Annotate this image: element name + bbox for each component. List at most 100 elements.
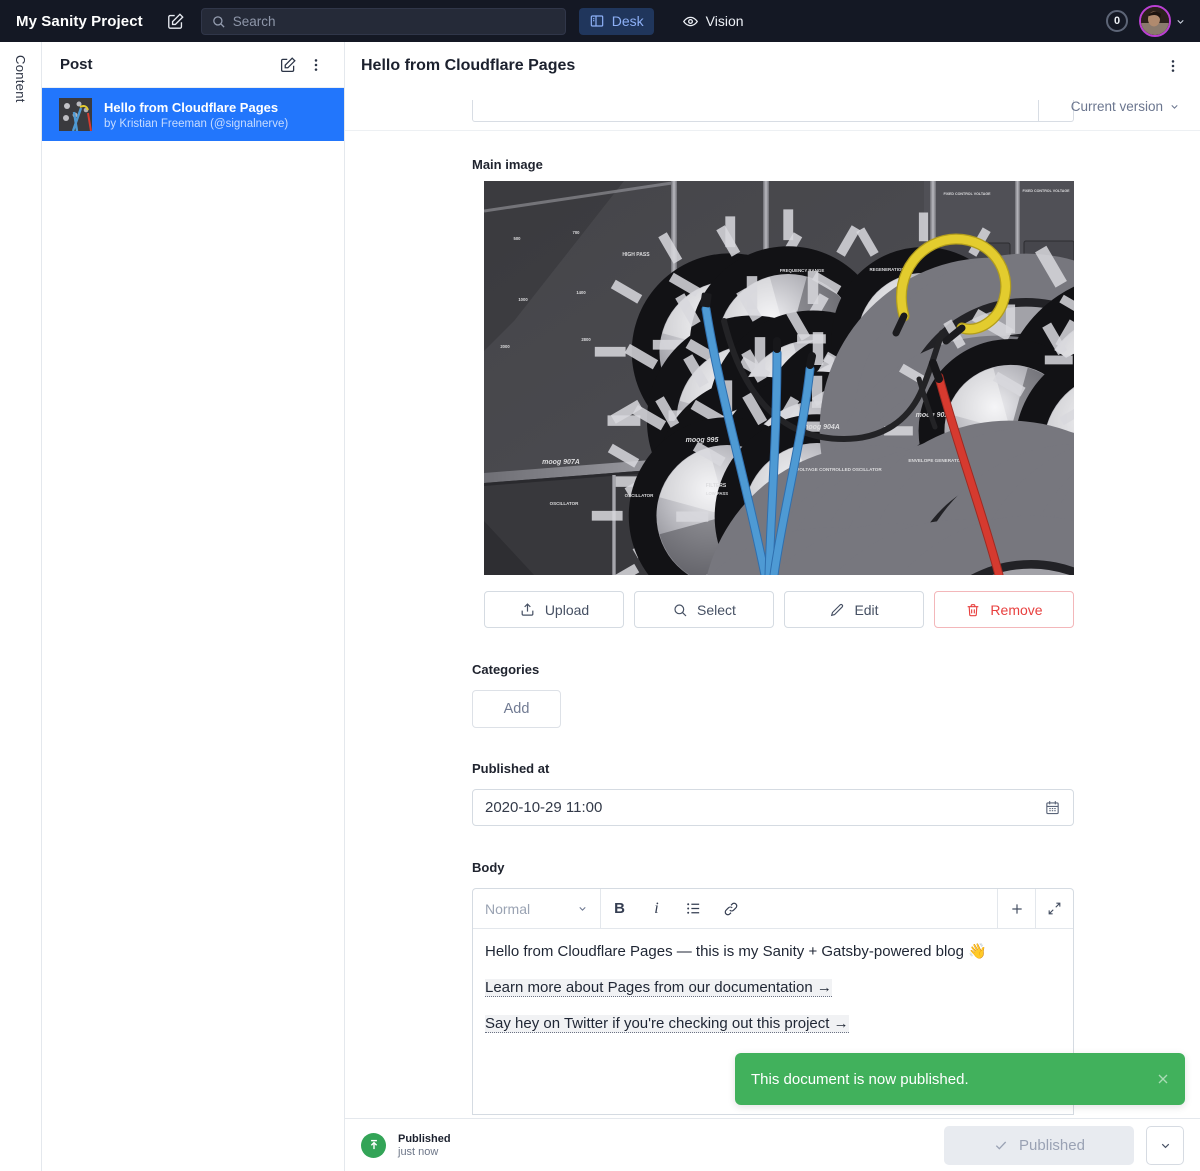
- add-category-button[interactable]: Add: [472, 690, 561, 728]
- edit-button[interactable]: Edit: [784, 591, 924, 628]
- document-form: Main image: [345, 131, 1200, 1118]
- image-actions: Upload Select Edit Remove: [484, 591, 1074, 628]
- published-status-icon: [361, 1133, 386, 1158]
- document-list-pane: Post: [42, 42, 345, 1171]
- avatar-photo: [1141, 7, 1169, 35]
- toast-close-button[interactable]: [1155, 1071, 1171, 1087]
- search-icon: [211, 14, 226, 29]
- search-icon: [672, 602, 688, 618]
- categories-label: Categories: [472, 662, 1200, 677]
- paragraph-style-select[interactable]: Normal: [473, 889, 601, 928]
- tab-desk[interactable]: Desk: [579, 8, 654, 35]
- project-title: My Sanity Project: [16, 13, 143, 30]
- body-label: Body: [472, 860, 1200, 875]
- slug-field-partial[interactable]: [472, 100, 1074, 122]
- svg-text:OSCILLATOR: OSCILLATOR: [550, 501, 580, 506]
- compose-icon: [279, 56, 297, 74]
- modular-synthesizer-photo: moog 907A moog 995 moog 904A moog 902 VO…: [484, 181, 1074, 575]
- list-item-thumbnail: [59, 98, 92, 131]
- document-title: Hello from Cloudflare Pages: [361, 57, 1158, 75]
- svg-text:FIXED CONTROL VOLTAGE: FIXED CONTROL VOLTAGE: [1022, 189, 1070, 193]
- publish-status-time: just now: [398, 1146, 451, 1158]
- document-menu-button[interactable]: [1158, 51, 1188, 81]
- insert-block-button[interactable]: [997, 889, 1035, 928]
- compose-icon: [166, 12, 185, 31]
- vision-tab-label: Vision: [706, 13, 744, 29]
- body-link[interactable]: Learn more about Pages from our document…: [485, 979, 832, 997]
- desk-columns-icon: [589, 13, 605, 29]
- list-item-text: Hello from Cloudflare Pages by Kristian …: [104, 100, 288, 130]
- list-item-hello-from-cloudflare-pages[interactable]: Hello from Cloudflare Pages by Kristian …: [42, 88, 344, 141]
- upload-button[interactable]: Upload: [484, 591, 624, 628]
- remove-button[interactable]: Remove: [934, 591, 1074, 628]
- chevron-down-icon: [577, 903, 588, 914]
- svg-text:ENVELOPE GENERATOR: ENVELOPE GENERATOR: [908, 458, 964, 463]
- main-image-label: Main image: [472, 157, 1200, 172]
- presence-count-badge[interactable]: 0: [1106, 10, 1128, 32]
- create-new-post-button[interactable]: [274, 51, 302, 79]
- svg-text:700: 700: [573, 230, 581, 235]
- published-at-field: Published at: [472, 761, 1200, 826]
- svg-text:moog 995: moog 995: [686, 437, 719, 444]
- svg-text:HIGH PASS: HIGH PASS: [622, 252, 650, 258]
- editor-content[interactable]: Hello from Cloudflare Pages — this is my…: [473, 929, 1073, 1063]
- edit-button-label: Edit: [854, 602, 878, 618]
- italic-button[interactable]: i: [638, 889, 675, 928]
- slug-field-divider: [1038, 100, 1039, 121]
- list-item-subtitle: by Kristian Freeman (@signalnerve): [104, 118, 288, 130]
- content-rail[interactable]: Content: [0, 42, 42, 1171]
- body-paragraph: Learn more about Pages from our document…: [485, 978, 1061, 998]
- body-link[interactable]: Say hey on Twitter if you're checking ou…: [485, 1015, 849, 1033]
- document-editor-pane: Hello from Cloudflare Pages Current vers…: [345, 42, 1200, 1171]
- svg-text:moog 907A: moog 907A: [542, 459, 580, 466]
- top-navbar: My Sanity Project Desk Vision 0: [0, 0, 1200, 42]
- paragraph-style-value: Normal: [485, 901, 569, 917]
- publish-menu-button[interactable]: [1146, 1126, 1184, 1165]
- pencil-icon: [829, 602, 845, 618]
- version-selector-label: Current version: [1071, 99, 1163, 114]
- publish-button[interactable]: Published: [944, 1126, 1134, 1165]
- list-pane-menu-button[interactable]: [302, 51, 330, 79]
- calendar-icon[interactable]: [1044, 799, 1061, 816]
- new-document-button[interactable]: [161, 6, 191, 36]
- svg-text:LOW PASS: LOW PASS: [706, 491, 728, 496]
- document-subheader: Current version: [345, 90, 1200, 131]
- published-at-input[interactable]: [485, 799, 1034, 816]
- published-at-input-wrap[interactable]: [472, 789, 1074, 826]
- list-pane-title: Post: [60, 56, 274, 73]
- publish-success-toast: This document is now published.: [735, 1053, 1185, 1105]
- svg-text:FIXED CONTROL VOLTAGE: FIXED CONTROL VOLTAGE: [943, 192, 991, 196]
- close-icon: [1155, 1071, 1171, 1087]
- select-button[interactable]: Select: [634, 591, 774, 628]
- main-image-preview[interactable]: moog 907A moog 995 moog 904A moog 902 VO…: [484, 181, 1074, 575]
- chevron-down-icon: [1169, 101, 1180, 112]
- check-icon: [993, 1137, 1009, 1153]
- main-area: Content Post: [0, 42, 1200, 1171]
- remove-button-label: Remove: [990, 602, 1042, 618]
- global-search[interactable]: [201, 8, 566, 35]
- publish-status-label: Published: [398, 1133, 451, 1145]
- body-paragraph: Say hey on Twitter if you're checking ou…: [485, 1014, 1061, 1034]
- list-pane-header: Post: [42, 42, 344, 88]
- version-selector[interactable]: Current version: [1071, 99, 1180, 114]
- publish-status-text: Published just now: [398, 1133, 451, 1158]
- kebab-menu-icon: [1165, 58, 1181, 74]
- content-rail-label: Content: [13, 55, 28, 1171]
- trash-icon: [965, 602, 981, 618]
- bullet-list-icon: [685, 900, 702, 917]
- tab-vision[interactable]: Vision: [672, 8, 754, 35]
- bullet-list-button[interactable]: [675, 889, 712, 928]
- user-menu-chevron[interactable]: [1175, 16, 1186, 27]
- document-footer: Published just now Published: [345, 1118, 1200, 1171]
- link-button[interactable]: [712, 889, 749, 928]
- bold-button[interactable]: B: [601, 889, 638, 928]
- expand-icon: [1047, 901, 1062, 916]
- fullscreen-button[interactable]: [1035, 889, 1073, 928]
- svg-text:moog 904A: moog 904A: [802, 424, 840, 431]
- svg-text:2000: 2000: [500, 344, 510, 349]
- publish-button-label: Published: [1019, 1137, 1085, 1154]
- desk-tab-label: Desk: [612, 13, 644, 29]
- user-avatar[interactable]: [1139, 5, 1171, 37]
- search-input[interactable]: [233, 14, 556, 29]
- body-paragraph: Hello from Cloudflare Pages — this is my…: [485, 942, 1061, 962]
